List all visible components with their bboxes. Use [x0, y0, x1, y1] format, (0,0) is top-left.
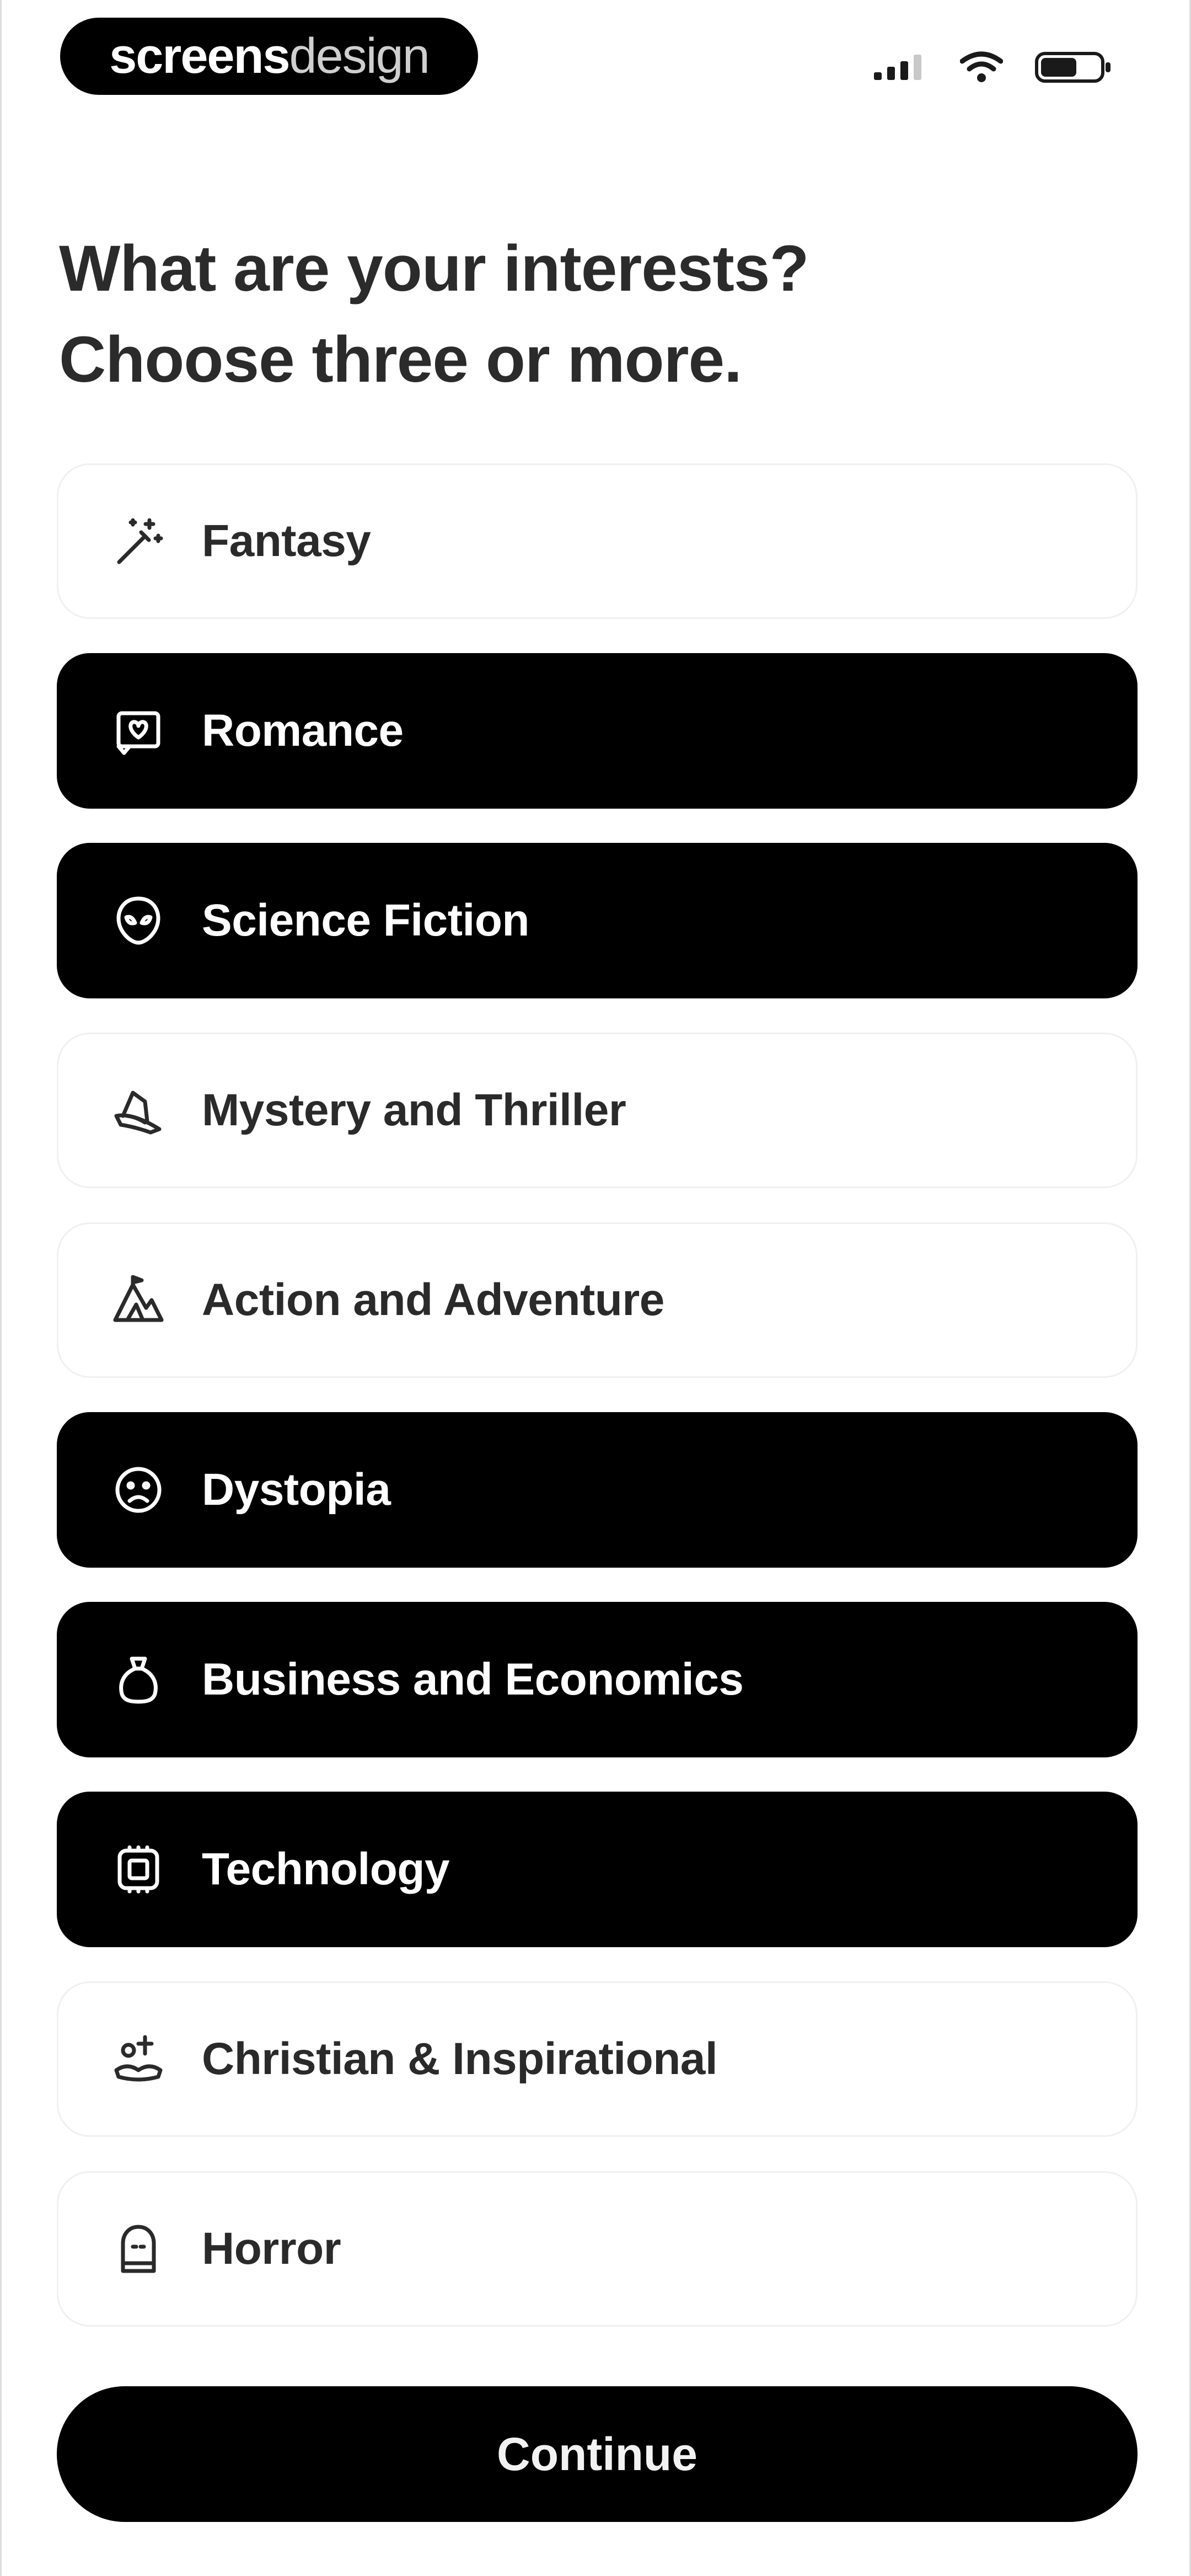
page-title: What are your interests? Choose three or…	[59, 223, 1107, 405]
interest-option-fantasy[interactable]: Fantasy	[57, 463, 1138, 619]
interests-screen: screensdesign What are your interests? C…	[0, 0, 1191, 2576]
interest-option-science-fiction[interactable]: Science Fiction	[57, 843, 1138, 998]
interest-option-label: Business and Economics	[202, 1654, 744, 1704]
interest-option-dystopia[interactable]: Dystopia	[57, 1412, 1138, 1568]
interest-option-label: Mystery and Thriller	[202, 1085, 626, 1135]
brand-text-light: design	[289, 28, 430, 84]
interest-option-mystery-and-thriller[interactable]: Mystery and Thriller	[57, 1033, 1138, 1188]
wifi-icon	[960, 51, 1003, 82]
love-letter-icon	[108, 701, 169, 761]
magic-wand-icon	[108, 511, 169, 571]
interest-option-business-and-economics[interactable]: Business and Economics	[57, 1602, 1138, 1757]
brand-logo: screensdesign	[60, 18, 478, 95]
brand-text: screensdesign	[109, 28, 430, 85]
status-icons	[873, 51, 1112, 84]
detective-hat-icon	[108, 1080, 169, 1141]
page-title-line-1: What are your interests?	[59, 232, 809, 305]
interest-option-label: Horror	[202, 2224, 341, 2274]
cellular-signal-icon	[874, 55, 921, 80]
status-bar: screensdesign	[2, 0, 1189, 116]
interest-options-list: Fantasy Romance Science Fiction Mystery …	[57, 463, 1138, 2361]
sad-face-icon	[108, 1460, 169, 1520]
money-bag-icon	[108, 1649, 169, 1710]
alien-icon	[108, 890, 169, 951]
ghost-icon	[108, 2219, 169, 2279]
interest-option-label: Technology	[202, 1844, 450, 1894]
interest-option-horror[interactable]: Horror	[57, 2171, 1138, 2327]
interest-option-label: Christian & Inspirational	[202, 2034, 718, 2084]
mountain-icon	[108, 1270, 169, 1330]
chip-icon	[108, 1839, 169, 1900]
page-title-line-2: Choose three or more.	[59, 323, 742, 396]
brand-text-bold: screens	[109, 28, 290, 84]
interest-option-label: Dystopia	[202, 1465, 391, 1515]
interest-option-christian-and-inspirational[interactable]: Christian & Inspirational	[57, 1981, 1138, 2137]
interest-option-technology[interactable]: Technology	[57, 1792, 1138, 1947]
interest-option-label: Fantasy	[202, 516, 371, 566]
hands-cross-icon	[108, 2029, 169, 2089]
interest-option-label: Action and Adventure	[202, 1275, 664, 1325]
interest-option-romance[interactable]: Romance	[57, 653, 1138, 809]
interest-option-action-and-adventure[interactable]: Action and Adventure	[57, 1222, 1138, 1378]
battery-icon	[1035, 52, 1110, 83]
interest-option-label: Science Fiction	[202, 895, 530, 945]
interest-option-label: Romance	[202, 706, 404, 756]
continue-button[interactable]: Continue	[57, 2386, 1138, 2522]
